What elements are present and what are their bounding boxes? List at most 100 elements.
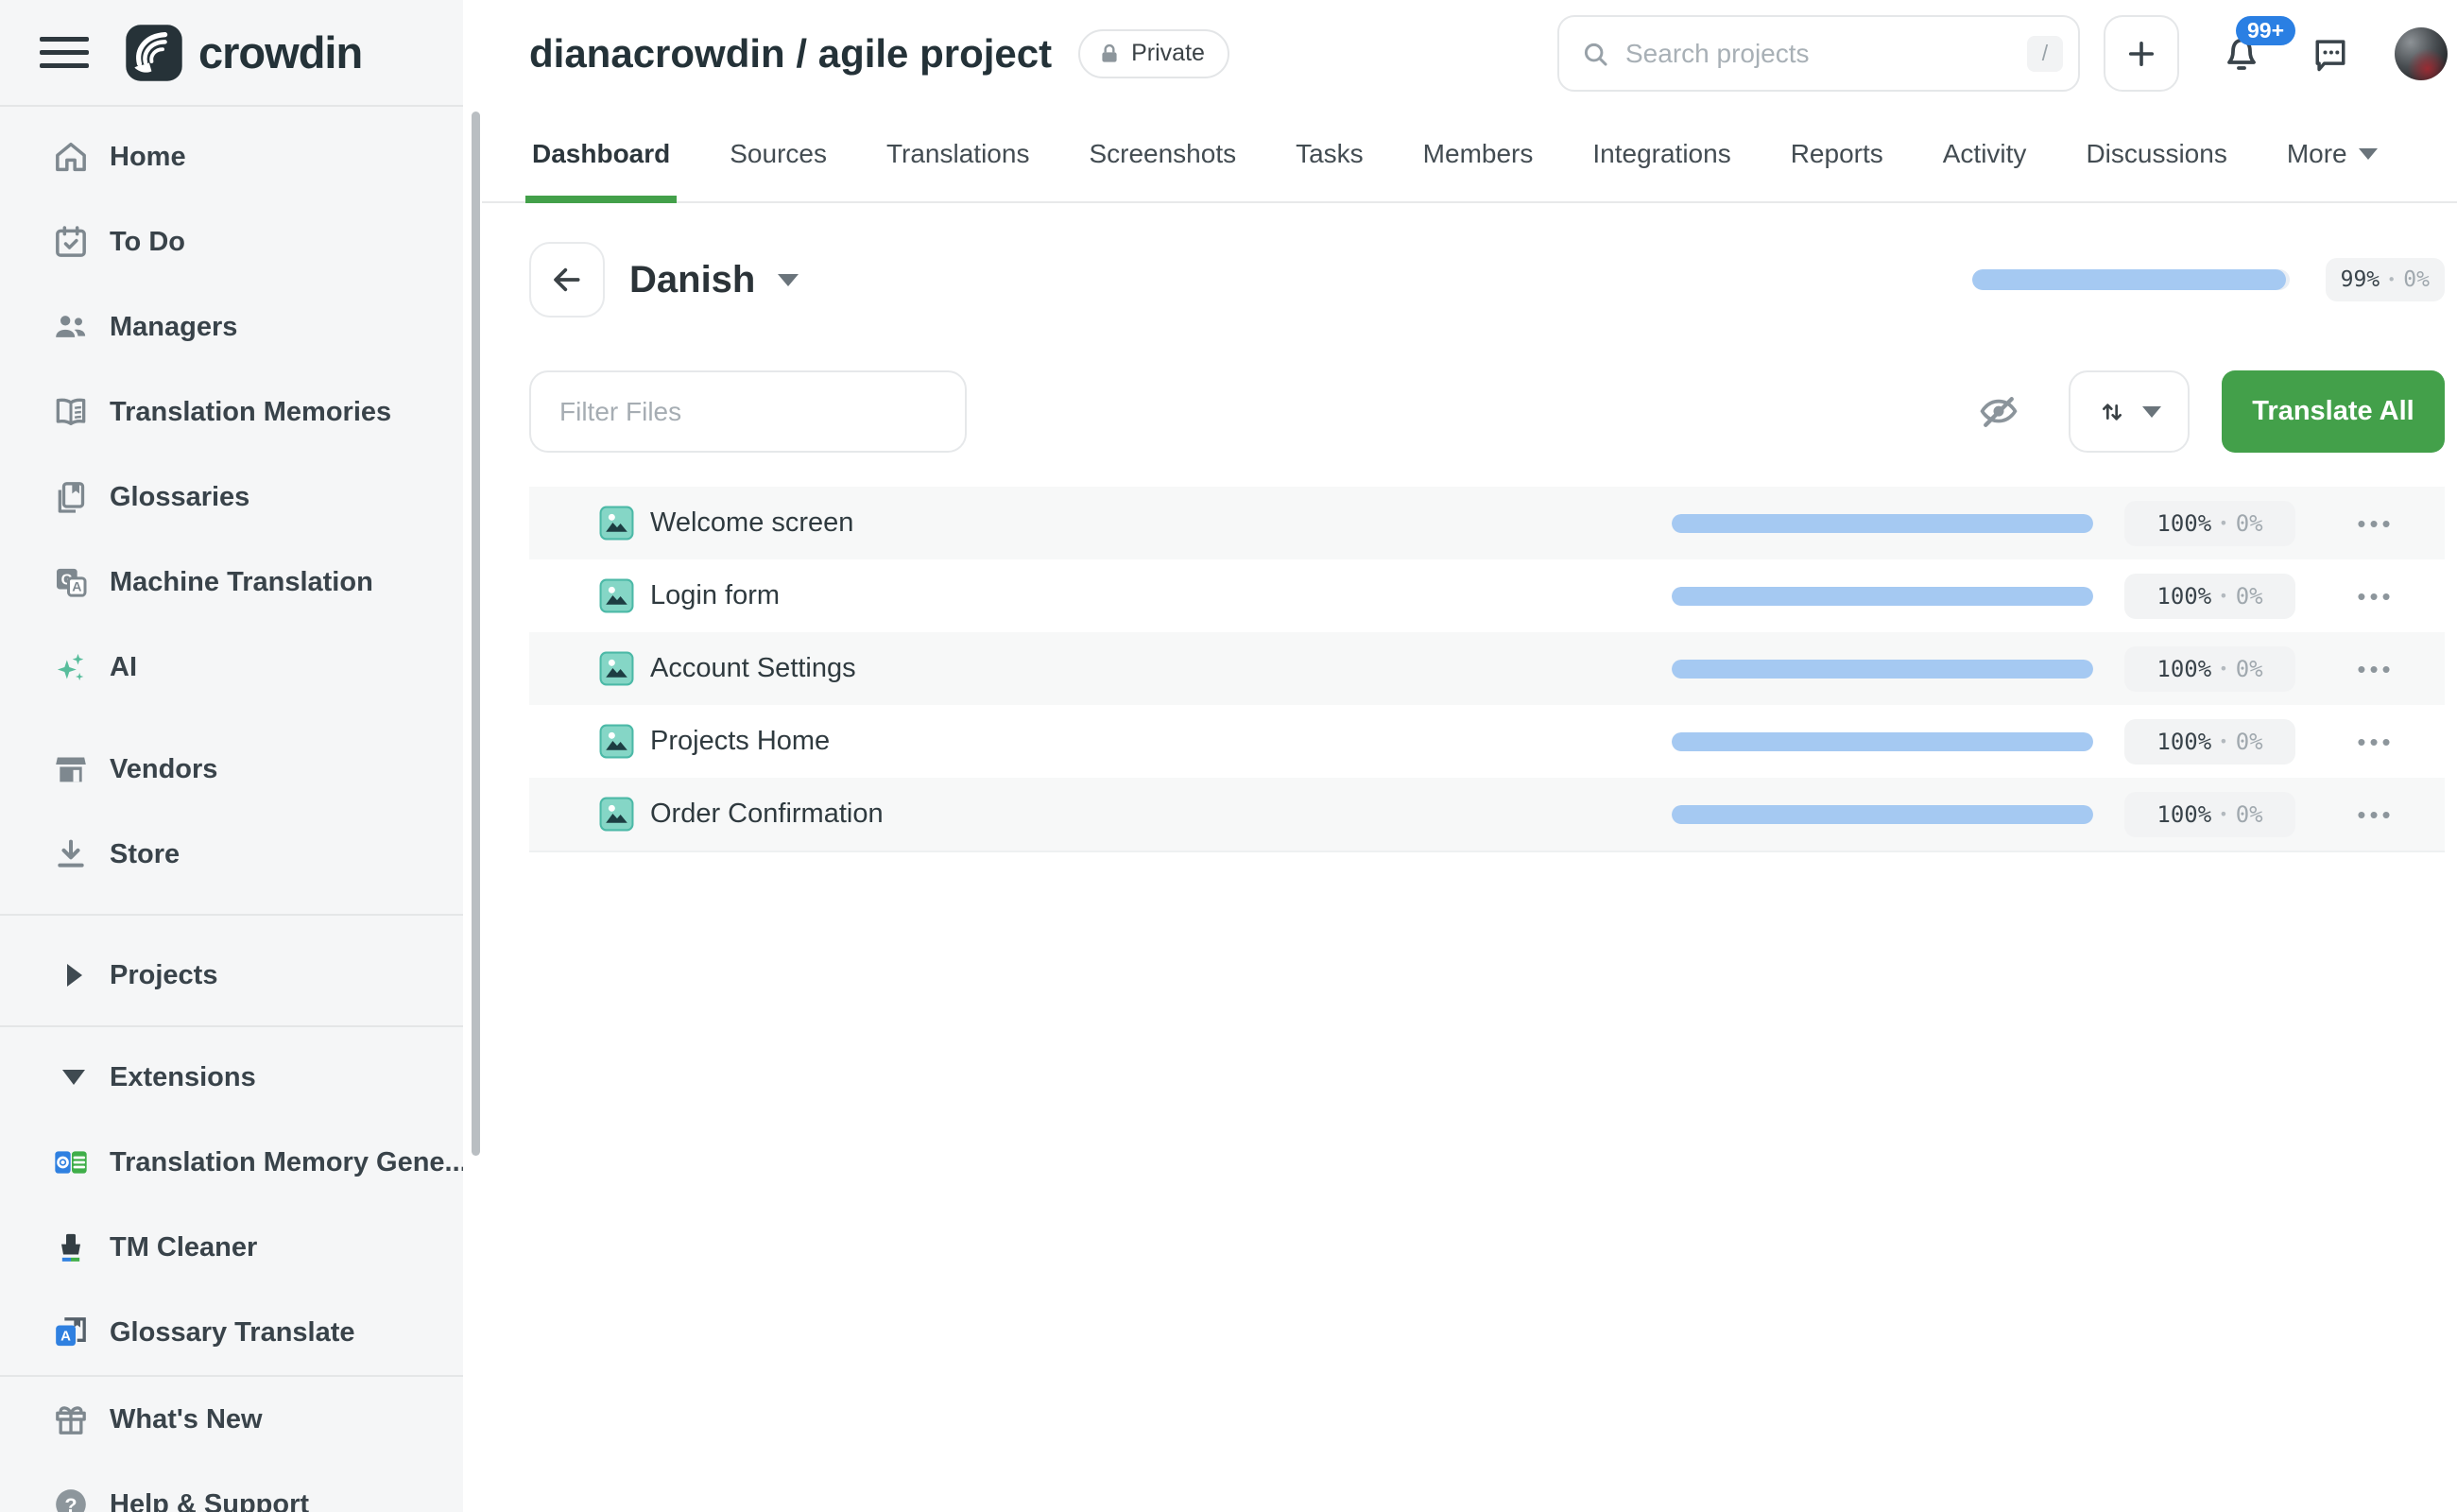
file-menu-ellipsis[interactable]: ••• <box>2345 730 2407 754</box>
file-progress-badge: 100%•0% <box>2124 719 2295 765</box>
sidebar-item-home[interactable]: Home <box>0 114 482 199</box>
translation-memories-icon <box>51 392 91 432</box>
search-shortcut-hint: / <box>2027 36 2063 72</box>
files-toolbar: Translate All <box>529 370 2445 453</box>
vendors-storefront-icon <box>51 749 91 789</box>
glossaries-icon <box>51 477 91 517</box>
sort-button[interactable] <box>2069 370 2190 453</box>
file-row-welcome-screen[interactable]: Welcome screen 100%•0% ••• <box>529 487 2445 559</box>
chevron-right-icon <box>51 955 91 995</box>
language-progress-badge: 99% • 0% <box>2326 258 2445 301</box>
user-avatar[interactable] <box>2395 27 2448 80</box>
project-breadcrumb[interactable]: dianacrowdin / agile project <box>529 31 1052 77</box>
sidebar-item-translation-memories[interactable]: Translation Memories <box>0 369 482 455</box>
file-row-account-settings[interactable]: Account Settings 100%•0% ••• <box>529 632 2445 705</box>
ai-sparkles-icon <box>51 647 91 687</box>
notifications-count-badge: 99+ <box>2236 16 2295 45</box>
file-row-order-confirmation[interactable]: Order Confirmation 100%•0% ••• <box>529 778 2445 850</box>
file-progress-bar <box>1672 805 2093 824</box>
home-icon <box>51 137 91 177</box>
sidebar-nav: Home To Do Managers Translation Memories <box>0 107 482 1512</box>
sidebar-item-machine-translation[interactable]: GA Machine Translation <box>0 540 482 625</box>
notifications-button[interactable]: 99+ <box>2219 29 2264 78</box>
tab-tasks[interactable]: Tasks <box>1289 107 1370 201</box>
file-menu-ellipsis[interactable]: ••• <box>2345 584 2407 609</box>
sidebar-item-projects[interactable]: Projects <box>0 933 482 1018</box>
sidebar-item-extensions[interactable]: Extensions <box>0 1035 482 1120</box>
file-menu-ellipsis[interactable]: ••• <box>2345 657 2407 681</box>
sidebar-item-store[interactable]: Store <box>0 812 482 897</box>
plus-icon <box>2124 37 2158 71</box>
sidebar: crowdin Home To Do Managers <box>0 0 482 1512</box>
sidebar-item-vendors[interactable]: Vendors <box>0 727 482 812</box>
tab-dashboard[interactable]: Dashboard <box>525 107 677 201</box>
file-progress-bar <box>1672 587 2093 606</box>
search-input[interactable] <box>1625 39 2027 69</box>
tab-members[interactable]: Members <box>1417 107 1540 201</box>
sidebar-item-glossary-translate[interactable]: A Glossary Translate <box>0 1290 482 1375</box>
file-progress-bar <box>1672 660 2093 679</box>
tab-screenshots[interactable]: Screenshots <box>1082 107 1243 201</box>
image-file-icon <box>599 506 634 541</box>
tab-discussions[interactable]: Discussions <box>2079 107 2233 201</box>
image-file-icon <box>599 797 634 832</box>
arrow-left-icon <box>548 261 586 299</box>
sidebar-item-ai[interactable]: AI <box>0 625 482 710</box>
language-progress: 99% • 0% <box>1972 258 2445 301</box>
crowdin-wordmark: crowdin <box>198 26 362 78</box>
private-badge-label: Private <box>1131 40 1205 67</box>
hamburger-menu-icon[interactable] <box>40 37 89 68</box>
file-progress-badge: 100%•0% <box>2124 792 2295 837</box>
store-download-icon <box>51 834 91 874</box>
messages-button[interactable] <box>2310 31 2351 77</box>
image-file-icon <box>599 651 634 686</box>
sidebar-scrollbar-thumb[interactable] <box>472 112 480 1156</box>
image-file-icon <box>599 578 634 613</box>
project-tabs: Dashboard Sources Translations Screensho… <box>482 107 2457 203</box>
file-progress-badge: 100%•0% <box>2124 574 2295 619</box>
hide-completed-eye-off-icon[interactable] <box>1978 391 2019 433</box>
search-box: / <box>1557 15 2080 92</box>
sidebar-item-todo[interactable]: To Do <box>0 199 482 284</box>
filter-files-input[interactable] <box>529 370 967 453</box>
svg-text:A: A <box>72 580 81 595</box>
translate-all-button[interactable]: Translate All <box>2222 370 2445 453</box>
tab-activity[interactable]: Activity <box>1936 107 2034 201</box>
lock-icon <box>1097 42 1122 66</box>
sidebar-item-whats-new[interactable]: What's New <box>0 1377 482 1462</box>
file-progress-bar <box>1672 732 2093 751</box>
sidebar-item-help-support[interactable]: ? Help & Support <box>0 1462 482 1512</box>
language-progress-bar <box>1972 269 2290 290</box>
back-button[interactable] <box>529 242 605 318</box>
file-progress-badge: 100%•0% <box>2124 501 2295 546</box>
tab-more[interactable]: More <box>2280 107 2384 201</box>
todo-calendar-icon <box>51 222 91 262</box>
chevron-down-icon <box>2359 148 2378 160</box>
file-menu-ellipsis[interactable]: ••• <box>2345 511 2407 536</box>
sidebar-header: crowdin <box>0 0 463 107</box>
tab-reports[interactable]: Reports <box>1784 107 1890 201</box>
sidebar-item-glossaries[interactable]: Glossaries <box>0 455 482 540</box>
sidebar-item-managers[interactable]: Managers <box>0 284 482 369</box>
file-menu-ellipsis[interactable]: ••• <box>2345 802 2407 827</box>
tm-cleaner-brush-icon <box>51 1228 91 1267</box>
search-icon <box>1580 39 1610 69</box>
main-area: dianacrowdin / agile project Private / 9… <box>482 0 2457 1512</box>
create-project-button[interactable] <box>2104 15 2179 92</box>
language-header: Danish 99% • 0% <box>529 242 2445 318</box>
sidebar-item-translation-memory-generator[interactable]: Translation Memory Gene... <box>0 1120 482 1205</box>
glossary-translate-icon: A <box>51 1313 91 1352</box>
tab-integrations[interactable]: Integrations <box>1586 107 1737 201</box>
help-question-icon: ? <box>51 1485 91 1512</box>
machine-translation-icon: GA <box>51 562 91 602</box>
language-dropdown-caret[interactable] <box>778 274 799 286</box>
svg-text:A: A <box>60 1328 71 1344</box>
tab-sources[interactable]: Sources <box>723 107 833 201</box>
file-row-login-form[interactable]: Login form 100%•0% ••• <box>529 559 2445 632</box>
crowdin-logo[interactable]: crowdin <box>125 24 362 82</box>
file-row-projects-home[interactable]: Projects Home 100%•0% ••• <box>529 705 2445 778</box>
tm-generator-icon <box>51 1143 91 1182</box>
sidebar-item-tm-cleaner[interactable]: TM Cleaner <box>0 1205 482 1290</box>
image-file-icon <box>599 724 634 759</box>
tab-translations[interactable]: Translations <box>880 107 1036 201</box>
